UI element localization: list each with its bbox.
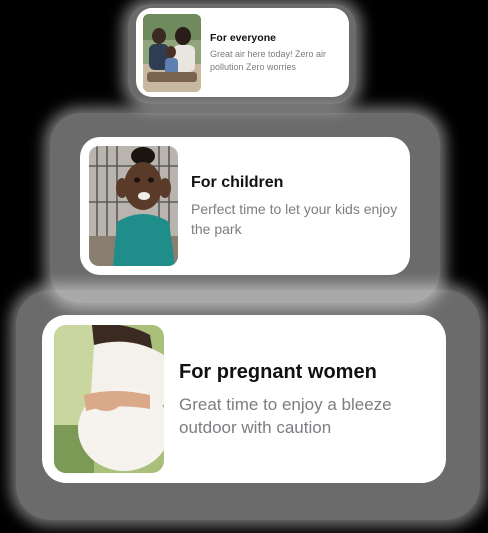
card-text: For everyone Great air here today! Zero … xyxy=(210,31,340,74)
notification-stack: For everyone Great air here today! Zero … xyxy=(0,0,488,533)
pregnant-woman-photo xyxy=(54,325,164,473)
family-photo xyxy=(143,13,201,92)
air-quality-card-everyone[interactable]: For everyone Great air here today! Zero … xyxy=(136,8,349,97)
card-text: For pregnant women Great time to enjoy a… xyxy=(179,360,439,439)
air-quality-card-children[interactable]: For children Perfect time to let your ki… xyxy=(80,137,410,275)
card-title: For pregnant women xyxy=(179,360,377,383)
card-description: Perfect time to let your kids enjoy the … xyxy=(191,201,398,237)
card-title: For everyone xyxy=(210,32,276,44)
card-description: Great air here today! Zero air pollution… xyxy=(210,49,327,72)
card-description: Great time to enjoy a bleeze outdoor wit… xyxy=(179,394,392,437)
air-quality-card-pregnant-women[interactable]: For pregnant women Great time to enjoy a… xyxy=(42,315,446,483)
card-text: For children Perfect time to let your ki… xyxy=(191,173,407,239)
card-title: For children xyxy=(191,174,284,191)
child-photo xyxy=(89,146,178,266)
